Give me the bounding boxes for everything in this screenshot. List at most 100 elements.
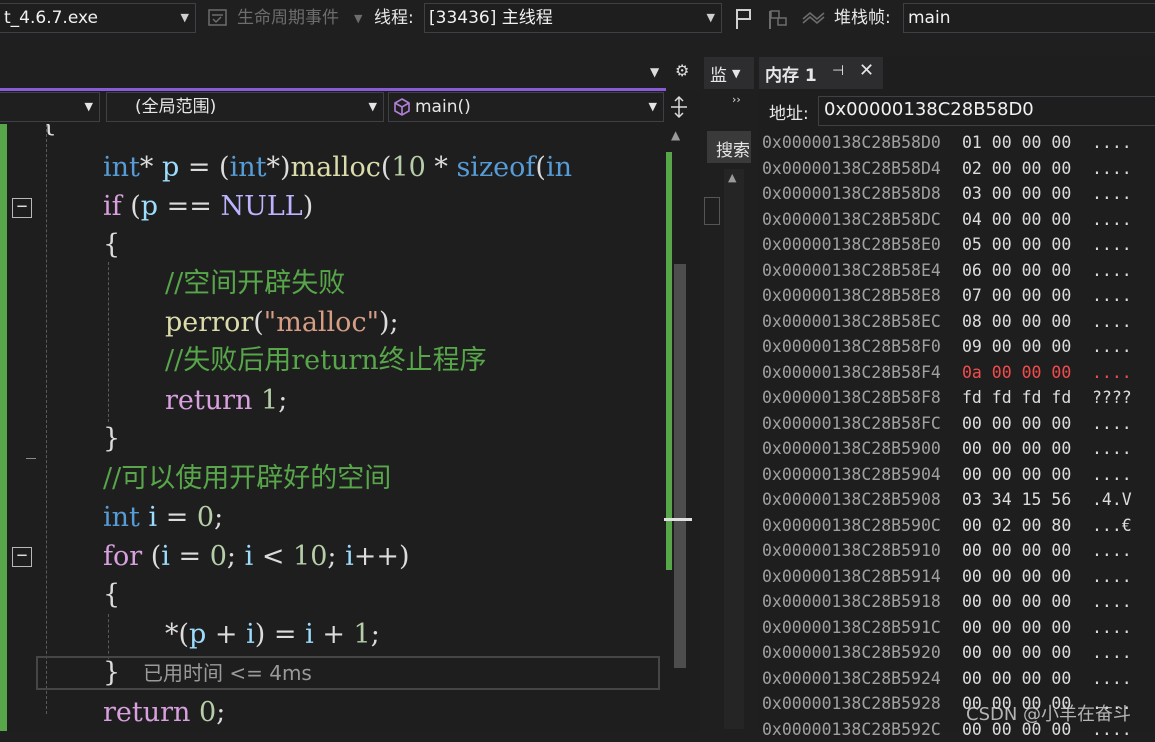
- memory-row[interactable]: 0x00000138C28B58D4 02 00 00 00....: [762, 156, 1132, 181]
- scope-combo[interactable]: (全局范围) ▼: [106, 92, 384, 122]
- memory-row[interactable]: 0x00000138C28B58E8 07 00 00 00....: [762, 283, 1132, 308]
- chevron-down-icon: ▼: [180, 11, 189, 24]
- current-line-highlight: [36, 656, 660, 690]
- memory-chars: ....: [1092, 541, 1132, 560]
- memory-bytes: 05 00 00 00: [962, 235, 1072, 254]
- collapse-block-icon[interactable]: −: [12, 198, 32, 218]
- scrollbar-thumb[interactable]: [674, 264, 686, 668]
- stackframe-combo[interactable]: main: [903, 3, 1155, 33]
- editor-tab-strip: ▼ ⚙: [0, 37, 700, 90]
- memory-row[interactable]: 0x00000138C28B590C 00 02 00 80 ...€: [762, 513, 1132, 538]
- memory-row[interactable]: 0x00000138C28B58F8 fd fd fd fd????: [762, 385, 1132, 410]
- scroll-up-icon[interactable]: ▲: [728, 171, 736, 184]
- memory-row[interactable]: 0x00000138C28B5928 00 00 00 00....: [762, 691, 1132, 716]
- memory-chars: ....: [1092, 337, 1132, 356]
- address-input[interactable]: 0x00000138C28B58D0: [818, 96, 1155, 126]
- memory-row[interactable]: 0x00000138C28B5920 00 00 00 00....: [762, 640, 1132, 665]
- memory-chars: ....: [1092, 133, 1132, 152]
- memory-address: 0x00000138C28B58EC: [762, 311, 941, 331]
- watermark: CSDN @小羊在奋斗: [966, 704, 1132, 725]
- perf-tip[interactable]: 已用时间 <= 4ms: [143, 660, 312, 686]
- memory-bytes: 06 00 00 00: [962, 260, 1072, 280]
- flag-icon[interactable]: [733, 7, 755, 31]
- memory-bytes: 01 00 00 00: [962, 133, 1072, 152]
- watch-search-box[interactable]: 搜索: [707, 131, 751, 163]
- function-combo[interactable]: main() ▼: [388, 92, 664, 122]
- memory-address: 0x00000138C28B5924: [762, 668, 941, 688]
- lifecycle-events-label[interactable]: 生命周期事件: [237, 0, 339, 37]
- tab-list-dropdown-icon[interactable]: ▼: [650, 65, 659, 79]
- overflow-icon[interactable]: ››: [732, 93, 741, 106]
- debug-location-toolbar: t_4.6.7.exe ▼ 生命周期事件 ▼ 线程: [33436] 主线程 ▼…: [0, 0, 1155, 37]
- chevron-down-icon[interactable]: ▼: [732, 67, 740, 80]
- memory-chars: ....: [1092, 158, 1132, 178]
- chevron-down-icon: ▼: [648, 100, 657, 113]
- indent-guide: [46, 124, 47, 714]
- memory-bytes: 00 00 00 00: [962, 566, 1072, 586]
- code-line: perror("malloc");: [165, 307, 399, 338]
- memory-bytes: 00 00 00 00: [962, 668, 1072, 688]
- memory-address: 0x00000138C28B5908: [762, 490, 941, 509]
- chevron-down-icon[interactable]: ▼: [354, 0, 362, 37]
- memory-bytes: 04 00 00 00: [962, 209, 1072, 229]
- memory-address: 0x00000138C28B592C: [762, 719, 941, 739]
- memory-row[interactable]: 0x00000138C28B58E4 06 00 00 00....: [762, 258, 1132, 283]
- process-combo[interactable]: t_4.6.7.exe ▼: [0, 3, 196, 33]
- editor-scrollbar[interactable]: ▲: [664, 124, 692, 731]
- memory-row[interactable]: 0x00000138C28B58F0 09 00 00 00....: [762, 334, 1132, 359]
- memory-address: 0x00000138C28B5900: [762, 439, 941, 458]
- memory-address: 0x00000138C28B58F8: [762, 388, 941, 407]
- gear-icon[interactable]: ⚙: [675, 61, 689, 80]
- pin-icon[interactable]: ⊣: [832, 63, 844, 79]
- memory-row[interactable]: 0x00000138C28B5924 00 00 00 00....: [762, 666, 1132, 691]
- thread-combo[interactable]: [33436] 主线程 ▼: [424, 3, 722, 33]
- code-area[interactable]: { int* p = (int*)malloc(10 * sizeof(in −…: [0, 124, 666, 731]
- thread-flag-icon[interactable]: [766, 7, 790, 31]
- close-icon[interactable]: ✕: [859, 60, 874, 81]
- memory-address: 0x00000138C28B58F0: [762, 337, 941, 356]
- split-editor-icon[interactable]: [669, 95, 689, 119]
- memory-address: 0x00000138C28B5910: [762, 541, 941, 560]
- lifecycle-events-icon[interactable]: [207, 7, 229, 29]
- memory-row[interactable]: 0x00000138C28B5904 00 00 00 00....: [762, 462, 1132, 487]
- memory-address: 0x00000138C28B58E8: [762, 286, 941, 305]
- memory-row[interactable]: 0x00000138C28B58D0 01 00 00 00....: [762, 130, 1132, 155]
- tab-memory-1[interactable]: 内存 1 ⊣ ✕: [759, 57, 883, 89]
- memory-row[interactable]: 0x00000138C28B5918 00 00 00 00....: [762, 589, 1132, 614]
- memory-row[interactable]: 0x00000138C28B5900 00 00 00 00....: [762, 436, 1132, 461]
- code-line: {: [103, 229, 121, 260]
- collapse-block-icon[interactable]: −: [12, 547, 32, 567]
- memory-address: 0x00000138C28B58FC: [762, 413, 941, 433]
- memory-row[interactable]: 0x00000138C28B5914 00 00 00 00....: [762, 564, 1132, 589]
- memory-bytes: 07 00 00 00: [962, 286, 1072, 305]
- memory-row[interactable]: 0x00000138C28B58D8 03 00 00 00....: [762, 181, 1132, 206]
- watch-scrollbar[interactable]: ▲: [724, 169, 744, 729]
- memory-row[interactable]: 0x00000138C28B58E0 05 00 00 00....: [762, 232, 1132, 257]
- memory-chars: ...€: [1092, 515, 1132, 535]
- memory-chars: ....: [1092, 362, 1132, 382]
- code-line: for (i = 0; i < 10; i++): [103, 541, 410, 572]
- memory-row[interactable]: 0x00000138C28B592C 00 00 00 00....: [762, 717, 1132, 742]
- code-line: *(p + i) = i + 1;: [165, 619, 380, 650]
- stackframe-label: 堆栈帧:: [834, 8, 891, 28]
- code-line: {: [103, 579, 121, 610]
- memory-chars: ....: [1092, 235, 1132, 254]
- memory-row[interactable]: 0x00000138C28B5908 03 34 15 56 .4.V: [762, 487, 1132, 512]
- address-label: 地址:: [769, 104, 809, 124]
- watch-tab-label: 监: [710, 66, 727, 86]
- memory-row[interactable]: 0x00000138C28B58FC 00 00 00 00....: [762, 411, 1132, 436]
- project-combo[interactable]: ▼: [0, 92, 100, 122]
- memory-row[interactable]: 0x00000138C28B5910 00 00 00 00....: [762, 538, 1132, 563]
- hide-frames-icon[interactable]: [801, 9, 827, 29]
- memory-row[interactable]: 0x00000138C28B58EC 08 00 00 00....: [762, 309, 1132, 334]
- memory-row[interactable]: 0x00000138C28B58F4 0a 00 00 00....: [762, 360, 1132, 385]
- memory-address: 0x00000138C28B58E4: [762, 260, 941, 280]
- memory-row[interactable]: 0x00000138C28B58DC 04 00 00 00....: [762, 207, 1132, 232]
- memory-chars: ????: [1092, 388, 1132, 407]
- memory-bytes: 00 00 00 00: [962, 592, 1072, 611]
- tab-watch[interactable]: 监 ▼: [704, 57, 754, 89]
- fold-end-marker: [26, 458, 36, 459]
- memory-bytes: 09 00 00 00: [962, 337, 1072, 356]
- memory-row[interactable]: 0x00000138C28B591C 00 00 00 00....: [762, 615, 1132, 640]
- scroll-up-icon[interactable]: ▲: [671, 128, 680, 142]
